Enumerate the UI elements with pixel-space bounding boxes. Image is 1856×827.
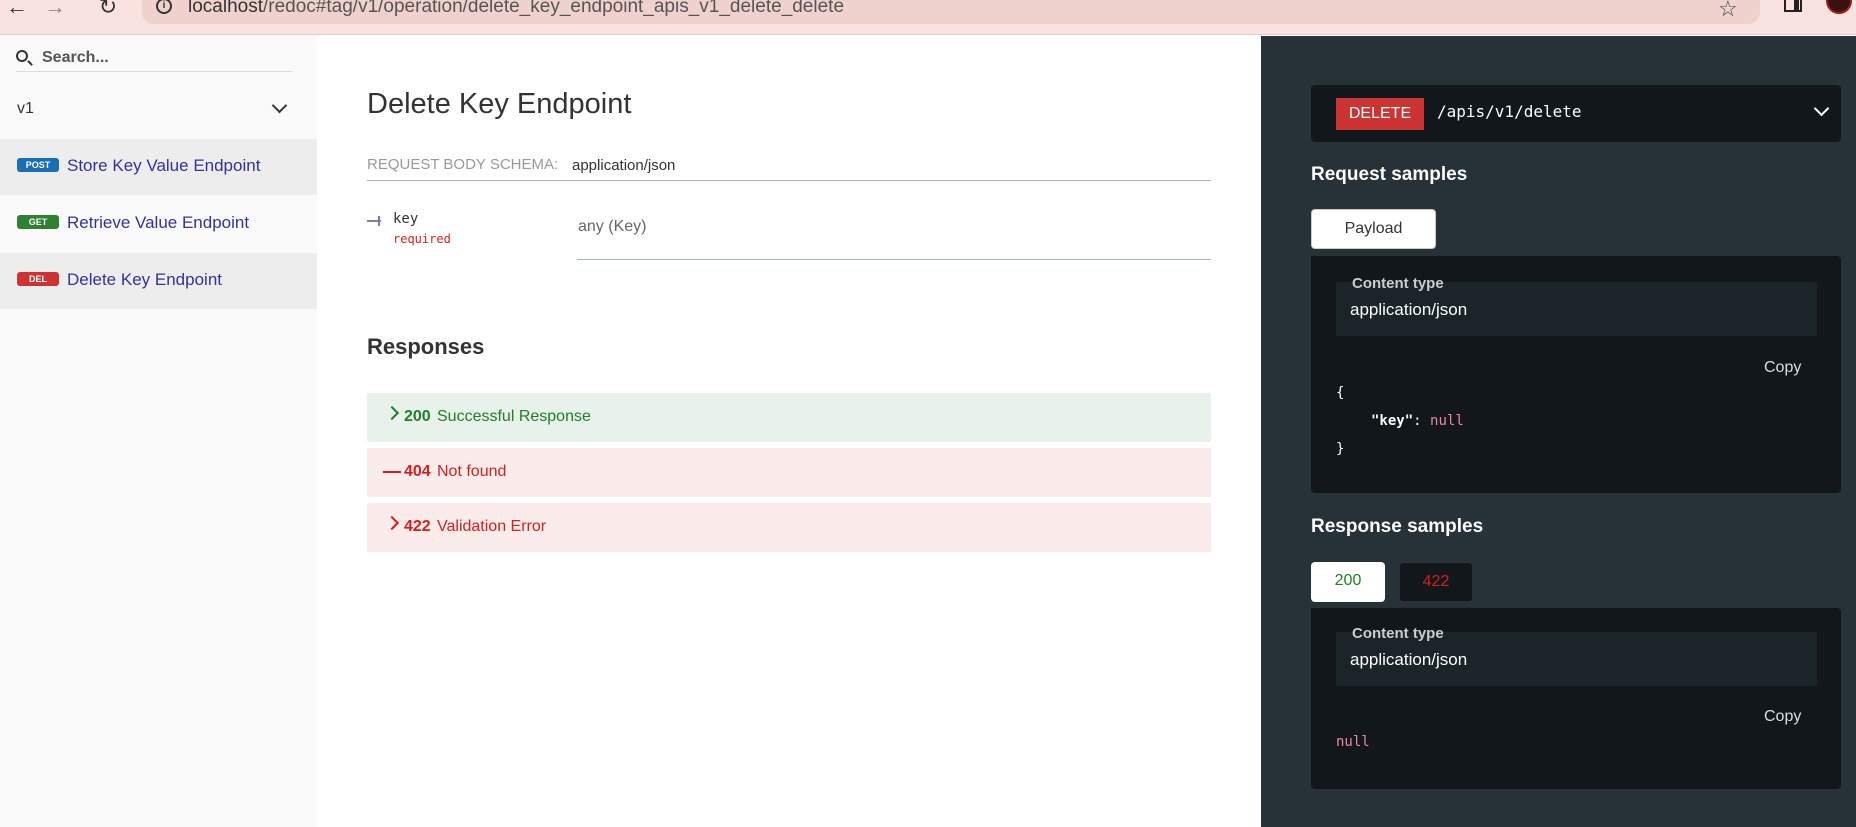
back-arrow-icon[interactable]: ←	[2, 0, 32, 18]
sidebar: v1 POST Store Key Value Endpoint GET Ret…	[0, 36, 317, 827]
sidebar-item-retrieve-value[interactable]: GET Retrieve Value Endpoint	[0, 196, 317, 252]
content-type-label: Content type	[1352, 275, 1444, 292]
forward-arrow-icon[interactable]: →	[40, 0, 70, 18]
property-tree-line-icon	[367, 216, 381, 226]
sidebar-group-v1[interactable]: v1	[0, 94, 317, 130]
code-null-value: null	[1336, 734, 1370, 750]
response-code: 422	[404, 518, 431, 535]
response-samples-title: Response samples	[1311, 516, 1484, 537]
response-description: Not found	[437, 463, 507, 480]
operation-title: Delete Key Endpoint	[367, 88, 632, 120]
copy-button[interactable]: Copy	[1764, 359, 1801, 377]
get-method-badge: GET	[17, 215, 59, 229]
sidebar-item-label: Store Key Value Endpoint	[67, 156, 261, 175]
request-sample-box: Content type application/json Copy { "ke…	[1311, 256, 1841, 493]
code-null-value: null	[1430, 413, 1464, 429]
property-name: key	[393, 211, 419, 227]
url-path: /redoc#tag/v1/operation/delete_key_endpo…	[263, 0, 845, 17]
endpoint-header[interactable]: DELETE /apis/v1/delete	[1311, 85, 1841, 142]
response-description: Successful Response	[437, 408, 591, 425]
code-brace-open: {	[1336, 385, 1345, 401]
url-host: localhost	[188, 0, 263, 17]
reload-icon[interactable]: ↻	[93, 0, 123, 18]
chevron-right-icon	[384, 405, 400, 421]
response-tab-422[interactable]: 422	[1399, 562, 1473, 602]
payload-tab[interactable]: Payload	[1311, 209, 1436, 249]
post-method-badge: POST	[17, 158, 59, 172]
response-code-sample[interactable]: null	[1336, 728, 1370, 756]
code-colon: :	[1413, 413, 1422, 429]
profile-avatar[interactable]	[1826, 0, 1852, 14]
sidebar-item-store-key-value[interactable]: POST Store Key Value Endpoint	[0, 139, 317, 195]
sidebar-item-label: Delete Key Endpoint	[67, 270, 222, 289]
response-422-row[interactable]: 422 Validation Error	[367, 503, 1211, 552]
chevron-down-icon	[1813, 100, 1830, 117]
browser-toolbar: ← → ↻ i localhost/redoc#tag/v1/operation…	[0, 0, 1856, 35]
property-type: any (Key)	[578, 218, 647, 235]
response-code: 200	[404, 408, 431, 425]
response-404-row[interactable]: 404 Not found	[367, 448, 1211, 497]
request-samples-title: Request samples	[1311, 164, 1468, 185]
search-box	[16, 46, 292, 72]
sidebar-group-label: v1	[17, 100, 34, 117]
request-body-label: Request Body schema:	[367, 156, 559, 173]
code-brace-close: }	[1336, 441, 1345, 457]
chevron-down-icon	[271, 97, 288, 114]
address-bar[interactable]: i localhost/redoc#tag/v1/operation/delet…	[142, 0, 1760, 24]
responses-title: Responses	[367, 334, 485, 359]
response-200-row[interactable]: 200 Successful Response	[367, 393, 1211, 442]
code-line: "key": null	[1336, 407, 1464, 435]
response-description: Validation Error	[437, 518, 547, 535]
response-tab-200[interactable]: 200	[1311, 562, 1385, 602]
samples-panel: DELETE /apis/v1/delete Request samples P…	[1261, 36, 1856, 827]
property-details: any (Key)	[577, 206, 1211, 260]
chevron-right-icon	[384, 515, 400, 531]
request-code-sample[interactable]: { "key": null }	[1336, 379, 1464, 463]
code-key: "key"	[1371, 413, 1414, 429]
side-panel-icon[interactable]	[1784, 0, 1802, 12]
delete-method-badge: DEL	[17, 272, 59, 286]
request-body-schema-header: Request Body schema: application/json	[367, 156, 1211, 181]
search-input[interactable]	[42, 46, 282, 70]
search-icon	[16, 50, 28, 62]
operation-content: Delete Key Endpoint Request Body schema:…	[317, 36, 1261, 827]
content-type-label: Content type	[1352, 625, 1444, 642]
endpoint-path: /apis/v1/delete	[1437, 102, 1582, 121]
response-content-type-box: Content type application/json	[1336, 625, 1817, 686]
bookmark-star-icon[interactable]: ☆	[1718, 0, 1738, 22]
url-text[interactable]: localhost/redoc#tag/v1/operation/delete_…	[188, 0, 844, 18]
collapse-dash-icon	[383, 471, 401, 473]
content-type-value: application/json	[1350, 650, 1468, 669]
property-required-label: required	[393, 232, 451, 246]
sidebar-item-label: Retrieve Value Endpoint	[67, 213, 250, 232]
request-body-content-type: application/json	[572, 157, 676, 174]
sidebar-item-delete-key[interactable]: DEL Delete Key Endpoint	[0, 253, 317, 309]
http-verb-badge: DELETE	[1336, 98, 1424, 130]
content-type-value: application/json	[1350, 300, 1468, 319]
site-info-icon[interactable]: i	[156, 0, 172, 14]
response-sample-box: Content type application/json Copy null	[1311, 608, 1841, 789]
copy-button[interactable]: Copy	[1764, 708, 1801, 726]
request-content-type-box: Content type application/json	[1336, 275, 1817, 336]
response-code: 404	[404, 463, 431, 480]
